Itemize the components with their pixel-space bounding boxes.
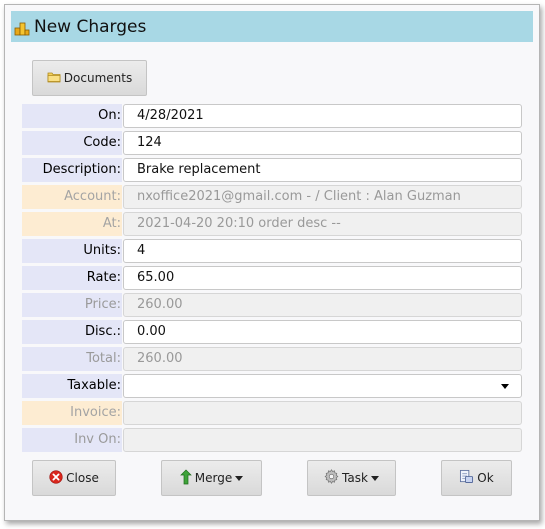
documents-button[interactable]: Documents — [32, 60, 147, 96]
invoice-label: Invoice: — [22, 401, 122, 425]
row-description: Description: Brake replacement — [22, 158, 522, 182]
ok-button[interactable]: Ok — [441, 460, 512, 496]
close-circle-icon — [49, 469, 63, 487]
chevron-down-icon — [235, 475, 244, 481]
folder-icon — [47, 71, 61, 86]
units-label: Units: — [22, 239, 122, 263]
disc-label: Disc.: — [22, 320, 122, 344]
on-label: On: — [22, 104, 122, 128]
merge-label: Merge — [194, 471, 233, 485]
row-on: On: 4/28/2021 — [22, 104, 522, 128]
price-label: Price: — [22, 293, 122, 317]
merge-arrow-icon — [179, 469, 192, 488]
code-field[interactable]: 124 — [123, 131, 522, 155]
row-account: Account: nxoffice2021@gmail.com - / Clie… — [22, 185, 522, 209]
price-field: 260.00 — [123, 293, 522, 317]
on-date-field[interactable]: 4/28/2021 — [123, 104, 522, 128]
chevron-down-icon — [370, 475, 379, 481]
description-label: Description: — [22, 158, 122, 182]
inv-on-field — [123, 428, 522, 452]
row-total: Total: 260.00 — [22, 347, 522, 371]
at-field: 2021-04-20 20:10 order desc -- — [123, 212, 522, 236]
row-at: At: 2021-04-20 20:10 order desc -- — [22, 212, 522, 236]
units-field[interactable]: 4 — [123, 239, 522, 263]
at-label: At: — [22, 212, 122, 236]
task-button[interactable]: Task — [307, 460, 396, 496]
gear-icon — [324, 469, 339, 487]
rate-label: Rate: — [22, 266, 122, 290]
merge-button[interactable]: Merge — [161, 460, 262, 496]
row-price: Price: 260.00 — [22, 293, 522, 317]
rate-field[interactable]: 65.00 — [123, 266, 522, 290]
taxable-label: Taxable: — [22, 374, 122, 398]
row-disc: Disc.: 0.00 — [22, 320, 522, 344]
inv-on-label: Inv On: — [22, 428, 122, 452]
code-label: Code: — [22, 131, 122, 155]
title-bar: New Charges — [11, 11, 533, 42]
new-charges-dialog: New Charges Documents On: 4/28/2021 Code… — [4, 4, 540, 521]
account-field: nxoffice2021@gmail.com - / Client : Alan… — [123, 185, 522, 209]
row-units: Units: 4 — [22, 239, 522, 263]
close-button[interactable]: Close — [32, 460, 116, 496]
total-field: 260.00 — [123, 347, 522, 371]
dialog-title: New Charges — [34, 16, 147, 37]
task-label: Task — [342, 471, 368, 485]
discount-field[interactable]: 0.00 — [123, 320, 522, 344]
chevron-down-icon — [501, 384, 509, 389]
row-rate: Rate: 65.00 — [22, 266, 522, 290]
charges-icon — [14, 18, 30, 36]
ok-label: Ok — [477, 471, 494, 485]
row-invoice: Invoice: — [22, 401, 522, 425]
total-label: Total: — [22, 347, 122, 371]
ok-document-icon — [459, 469, 474, 487]
account-label: Account: — [22, 185, 122, 209]
taxable-select[interactable] — [123, 374, 522, 398]
close-label: Close — [66, 471, 99, 485]
invoice-field — [123, 401, 522, 425]
row-code: Code: 124 — [22, 131, 522, 155]
row-inv-on: Inv On: — [22, 428, 522, 452]
description-field[interactable]: Brake replacement — [123, 158, 522, 182]
row-taxable: Taxable: — [22, 374, 522, 398]
documents-label: Documents — [63, 71, 133, 85]
